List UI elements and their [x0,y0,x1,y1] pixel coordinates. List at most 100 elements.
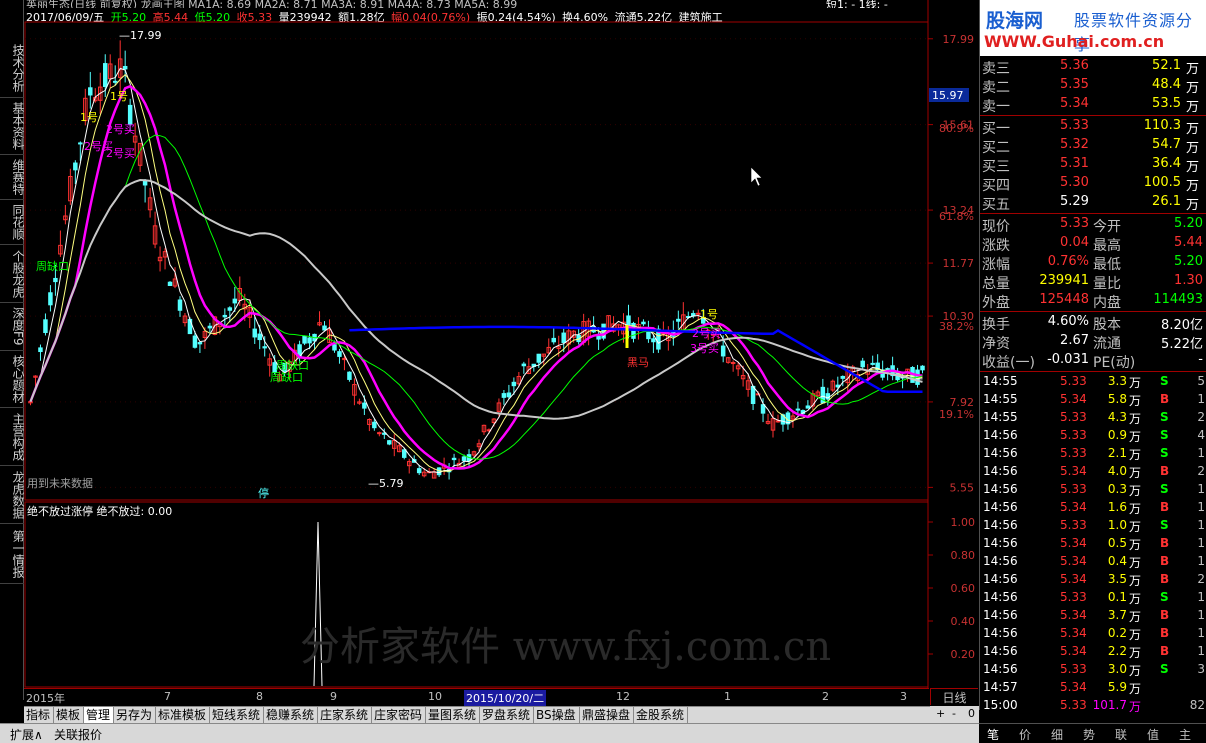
tick-price: 5.34 [1060,392,1087,406]
tick-volume: 0.9 [1107,428,1127,442]
tick-count: 1 [1197,608,1205,622]
current-price-label: 15.97 [932,89,964,102]
tick-count: 3 [1197,662,1205,676]
quote-tab-2[interactable]: 细 [1051,726,1063,743]
tick-unit: 万 [1128,502,1141,516]
tick-count: 1 [1197,500,1205,514]
tick-count: 1 [1197,590,1205,604]
quote-value: 0.04 [1060,235,1089,250]
sub-chart-title: 绝不放过涨停 绝不放过: 0.00 [27,504,172,518]
tick-unit: 万 [1128,628,1141,642]
bottom-tab-6[interactable]: 稳赚系统 [264,707,318,724]
tick-time: 14:57 [983,680,1018,694]
chart-annotation: 1号 [110,90,128,103]
tick-row: 14:56 5.34 2.2 万 B 1 [980,642,1206,660]
order-price: 5.33 [1060,118,1089,133]
bottom-tab-8[interactable]: 庄家密码 [372,707,426,724]
bottom-tab-11[interactable]: BS操盘 [534,707,580,724]
bottom-tab-1[interactable]: 模板 [54,707,84,724]
tick-time: 14:56 [983,644,1018,658]
tick-count: 82 [1189,698,1205,712]
bottom-tab-10[interactable]: 罗盘系统 [480,707,534,724]
bottom-tab-12[interactable]: 鼎盛操盘 [580,707,634,724]
tick-time: 14:56 [983,590,1018,604]
quote-value: 5.20 [1174,254,1203,269]
order-volume: 36.4 [1152,156,1181,171]
bottom-tab-13[interactable]: 金股系统 [634,707,688,724]
quote-label: 现价 [982,219,1010,235]
candle-body [416,468,422,474]
order-book-row: 买一 5.33 110.3 万 [980,117,1206,137]
tick-time: 14:56 [983,446,1018,460]
tick-count: 2 [1197,464,1205,478]
order-price: 5.30 [1060,175,1089,190]
related-quote-button[interactable]: 关联报价 [54,726,102,743]
bottom-tab-7[interactable]: 庄家系统 [318,707,372,724]
zoom-out-button[interactable]: - [952,707,956,720]
bottom-tab-2[interactable]: 管理 [84,707,114,724]
order-unit: 万 [1185,141,1199,156]
quote-tab-1[interactable]: 价 [1019,726,1031,743]
tick-time: 14:55 [983,374,1018,388]
order-level-label: 买三 [982,159,1010,175]
tick-row: 14:56 5.33 2.1 万 S 1 [980,444,1206,462]
quote-tab-3[interactable]: 势 [1083,726,1095,743]
order-unit: 万 [1185,122,1199,137]
zoom-controls: + -0 [930,706,979,723]
candle-body [53,277,58,283]
tick-count: 4 [1197,428,1205,442]
zoom-in-button[interactable]: + [936,707,945,720]
quote-value: 5.20 [1174,216,1203,231]
tick-unit: 万 [1128,430,1141,444]
tick-unit: 万 [1128,700,1141,714]
kline-chart[interactable]: 17.9915.6113.2411.7710.307.925.5580.9%61… [0,0,979,706]
candle-body [561,332,566,344]
candle-body [252,328,257,338]
tick-price: 5.33 [1060,662,1087,676]
tick-side: B [1160,572,1170,586]
quote-tab-5[interactable]: 值 [1147,726,1159,743]
period-label[interactable]: 日线 [930,688,978,705]
reset-button[interactable]: 0 [968,707,975,720]
tick-unit: 万 [1128,664,1141,678]
tick-row: 14:56 5.33 0.1 万 S 1 [980,588,1206,606]
future-data-note: 用到未来数据 [27,476,93,490]
quote-value: 4.60% [1047,314,1089,329]
chart-annotation: 2号买 [692,327,721,340]
price-tick-label: 7.92 [950,396,975,409]
bottom-tab-3[interactable]: 另存为 [114,707,156,724]
bottom-tab-9[interactable]: 量图系统 [426,707,480,724]
order-book-row: 卖一 5.34 53.5 万 [980,95,1206,115]
bottom-tab-5[interactable]: 短线系统 [210,707,264,724]
pct-tick-label: 80.9% [939,122,974,135]
candle-body [122,65,128,70]
bottom-tab-4[interactable]: 标准模板 [156,707,210,724]
tick-time: 15:00 [983,698,1018,712]
candle-body [337,351,342,357]
order-unit: 万 [1185,179,1199,194]
tick-unit: 万 [1128,394,1141,408]
tick-side: B [1160,626,1170,640]
mouse-cursor-icon [750,166,763,187]
tick-row: 14:56 5.33 1.0 万 S 1 [980,516,1206,534]
quote-label: 最低 [1093,257,1121,273]
quote-tab-4[interactable]: 联 [1115,726,1127,743]
quote-tab-6[interactable]: 主 [1179,726,1191,743]
tick-time: 14:56 [983,482,1018,496]
order-unit: 万 [1185,62,1199,77]
tick-side: S [1160,662,1169,676]
tick-unit: 万 [1128,682,1141,696]
expand-button[interactable]: 扩展∧ [10,726,43,743]
chart-annotation: 停 [258,486,269,500]
bottom-tab-0[interactable]: 指标 [24,707,54,724]
candle-body [551,337,556,343]
tick-price: 5.33 [1060,518,1087,532]
time-label: 7 [164,690,171,703]
low-price-label: —5.79 [368,477,404,490]
order-volume: 26.1 [1152,194,1181,209]
order-price: 5.32 [1060,137,1089,152]
tick-row: 15:00 5.33 101.7 万 82 [980,696,1206,714]
quote-tab-0[interactable]: 笔 [987,726,999,743]
quote-label: 量比 [1093,276,1121,292]
candle-body [521,363,527,367]
